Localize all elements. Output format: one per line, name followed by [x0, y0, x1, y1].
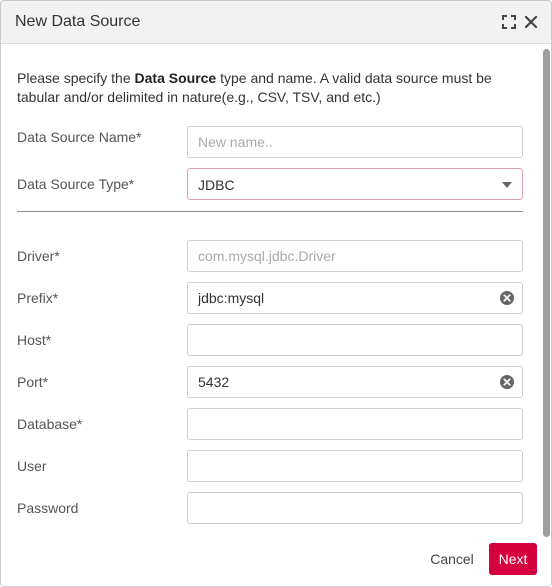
host-label: Host* [17, 332, 52, 348]
next-button[interactable]: Next [489, 543, 537, 575]
caret-down-icon [502, 182, 512, 188]
password-label: Password [17, 500, 79, 516]
expand-icon[interactable] [501, 14, 517, 30]
scrollbar-thumb[interactable] [543, 49, 550, 537]
password-input[interactable] [187, 492, 523, 524]
name-input[interactable] [187, 126, 523, 158]
prefix-clear-icon[interactable] [499, 290, 515, 306]
description-prefix: Please specify the [17, 70, 135, 86]
host-input[interactable] [187, 324, 523, 356]
dialog-description: Please specify the Data Source type and … [17, 69, 517, 107]
section-divider [17, 211, 523, 212]
description-bold: Data Source [134, 70, 217, 86]
dialog-scrollbar[interactable] [542, 45, 550, 545]
prefix-label: Prefix* [17, 290, 59, 306]
close-icon[interactable] [523, 14, 539, 30]
port-clear-icon[interactable] [499, 374, 515, 390]
dialog-titlebar: New Data Source [1, 1, 551, 44]
cancel-button[interactable]: Cancel [421, 544, 483, 574]
type-select[interactable]: JDBC [187, 168, 523, 200]
port-label: Port* [17, 374, 49, 390]
user-input[interactable] [187, 450, 523, 482]
database-input[interactable] [187, 408, 523, 440]
prefix-input[interactable] [187, 282, 523, 314]
port-input[interactable] [187, 366, 523, 398]
type-label: Data Source Type* [17, 176, 135, 192]
type-select-value: JDBC [198, 177, 235, 193]
user-label: User [17, 458, 47, 474]
driver-label: Driver* [17, 248, 60, 264]
database-label: Database* [17, 416, 83, 432]
new-data-source-dialog: New Data Source Please specify the Data … [0, 0, 552, 587]
driver-input[interactable] [187, 240, 523, 272]
name-label: Data Source Name* [17, 129, 142, 145]
dialog-title: New Data Source [15, 13, 141, 30]
